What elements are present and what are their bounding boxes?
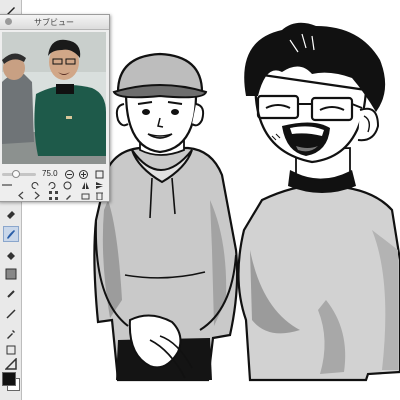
gradient-icon[interactable]	[3, 266, 19, 282]
fit-view-icon[interactable]	[94, 169, 104, 179]
subview-panel: サブビュー 75.0	[0, 14, 110, 202]
zoom-slider-handle[interactable]	[11, 170, 20, 178]
eyedropper-icon[interactable]	[3, 326, 19, 342]
zoom-row: 75.0	[2, 168, 106, 180]
import-icon[interactable]	[80, 190, 90, 200]
clip-studio-workspace: サブビュー 75.0	[0, 0, 400, 400]
fill-bucket-icon[interactable]	[3, 248, 19, 264]
ruler-icon[interactable]	[3, 356, 19, 372]
previous-image-icon[interactable]	[16, 190, 26, 200]
brush-icon[interactable]	[3, 226, 19, 242]
zoom-in-icon[interactable]	[78, 169, 88, 179]
zoom-out-icon[interactable]	[64, 169, 74, 179]
image-navigation	[2, 189, 106, 201]
figure-icon[interactable]	[3, 286, 19, 302]
zoom-value: 75.0	[42, 169, 58, 178]
subview-title: サブビュー	[34, 17, 74, 27]
grid-view-icon[interactable]	[48, 190, 58, 200]
left-boy-drawing	[93, 52, 239, 382]
next-image-icon[interactable]	[32, 190, 42, 200]
reference-photo[interactable]	[2, 32, 106, 164]
trash-icon[interactable]	[94, 190, 104, 200]
close-icon[interactable]	[5, 18, 12, 25]
subview-titlebar[interactable]: サブビュー	[0, 15, 109, 30]
line-icon[interactable]	[3, 306, 19, 322]
right-boy-drawing	[237, 22, 400, 382]
eraser-icon[interactable]	[3, 206, 19, 222]
eyedropper-subview-icon[interactable]	[64, 190, 74, 200]
main-color-swatch[interactable]	[2, 372, 16, 386]
